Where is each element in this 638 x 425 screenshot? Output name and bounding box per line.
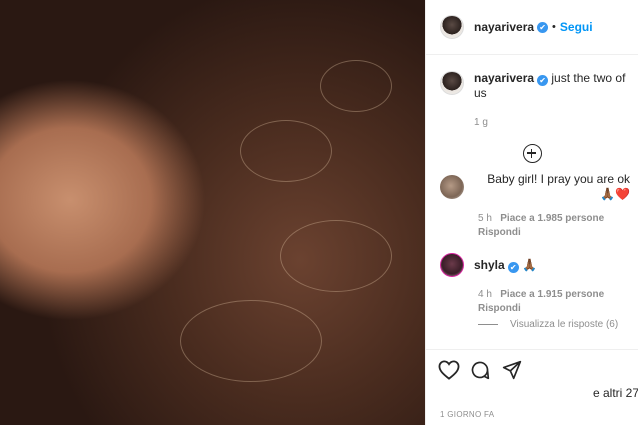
commenter-avatar[interactable]: [440, 253, 464, 277]
post-photo[interactable]: [0, 0, 425, 425]
comment-text: 🙏🏾: [522, 257, 537, 272]
avatar[interactable]: [440, 15, 464, 39]
header-username[interactable]: nayarivera: [474, 20, 534, 34]
reply-button[interactable]: Rispondi: [478, 303, 521, 314]
comment-likes[interactable]: Piace a 1.985 persone: [500, 213, 604, 224]
hair-texture: [280, 220, 392, 292]
view-replies-label: Visualizza le risposte (6): [510, 319, 619, 330]
comment-item: shyla ✔ 🙏🏾 4 h Piace a 1.915 persone Risp…: [440, 253, 630, 316]
separator-dot: •: [552, 21, 556, 33]
action-bar: [426, 349, 638, 390]
reply-button[interactable]: Rispondi: [478, 227, 521, 238]
comment-time[interactable]: 5 h: [478, 213, 492, 224]
verified-badge-icon: ✔: [537, 21, 549, 33]
caption-username[interactable]: nayarivera: [474, 71, 534, 85]
comment-likes[interactable]: Piace a 1.915 persone: [500, 289, 604, 300]
caption-time[interactable]: 1 g: [474, 115, 628, 130]
comment-icon[interactable]: [470, 360, 490, 385]
post-sidebar: nayarivera ✔ • Segui nayarivera ✔ just th…: [425, 0, 638, 425]
comment-time[interactable]: 4 h: [478, 289, 492, 300]
post-header: nayarivera ✔ • Segui: [426, 0, 638, 55]
likes-summary[interactable]: e altri 277.2: [593, 386, 638, 400]
verified-badge-icon: ✔: [537, 75, 549, 86]
post-timestamp[interactable]: 1 GIORNO FA: [440, 410, 494, 419]
comment-username[interactable]: shyla: [474, 258, 505, 272]
comment-text: Baby girl! I pray you are ok 🙏🏾❤️: [487, 172, 630, 201]
heart-icon[interactable]: [438, 360, 460, 385]
paper-plane-icon[interactable]: [502, 360, 522, 385]
caption-avatar[interactable]: [440, 71, 464, 95]
commenter-avatar[interactable]: [440, 175, 464, 199]
plus-circle-icon[interactable]: [522, 144, 542, 163]
view-replies-button[interactable]: Visualizza le risposte (6): [478, 319, 618, 330]
comment-item: Baby girl! I pray you are ok 🙏🏾❤️ 5 h Pi…: [440, 172, 630, 240]
post-caption: nayarivera ✔ just the two of us 1 g: [426, 55, 638, 130]
hair-texture: [320, 60, 392, 112]
hair-texture: [240, 120, 332, 182]
follow-button[interactable]: Segui: [560, 20, 593, 34]
divider-line: [478, 324, 498, 325]
hair-texture: [180, 300, 322, 382]
verified-badge-icon: ✔: [507, 261, 519, 273]
